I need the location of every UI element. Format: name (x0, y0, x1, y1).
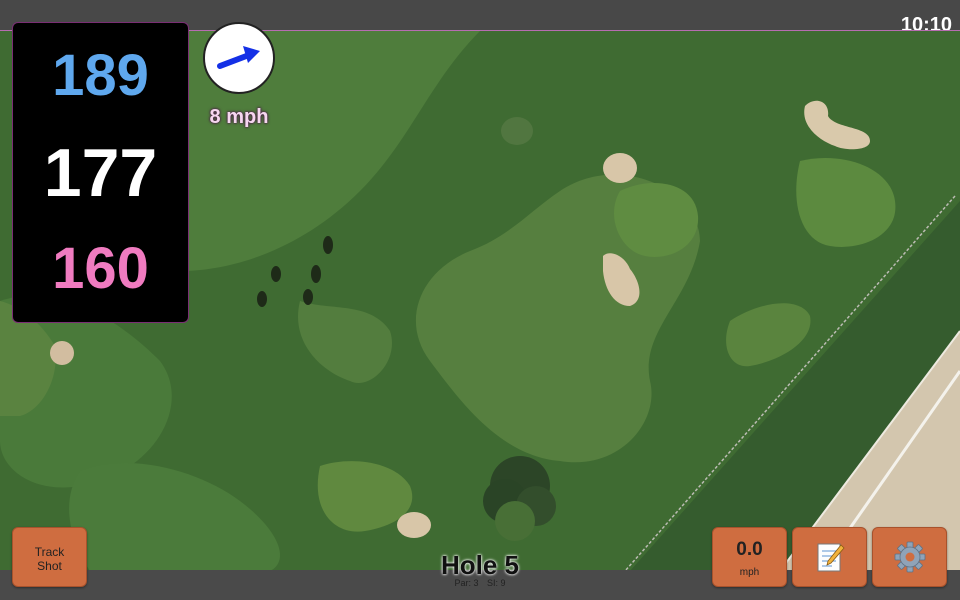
track-shot-label-line2: Shot (37, 559, 62, 573)
notes-button[interactable] (792, 527, 867, 587)
gear-icon (894, 541, 925, 573)
distance-panel: 189 177 160 (12, 22, 189, 323)
notepad-icon (817, 543, 845, 572)
middle-distance: 177 (43, 135, 158, 211)
speed-value: 0.0 (736, 539, 763, 560)
settings-button[interactable] (872, 527, 947, 587)
wind-speed-label: 8 mph (209, 106, 269, 128)
speed-button[interactable]: 0.0 mph (712, 527, 787, 587)
wind-arrow-icon (217, 46, 260, 69)
wind-direction-dial (203, 22, 275, 94)
back-distance: 189 (52, 43, 149, 108)
track-shot-label-line1: Track (34, 545, 65, 559)
front-distance: 160 (52, 236, 149, 301)
speed-unit: mph (739, 567, 760, 578)
hole-par: Par: 3 (454, 578, 479, 588)
hole-stroke-index: SI: 9 (487, 578, 506, 588)
hole-title: Hole 5 (440, 550, 520, 580)
track-shot-button[interactable]: Track Shot (12, 527, 87, 587)
hole-meta: Par: 3 SI: 9 (400, 578, 560, 588)
